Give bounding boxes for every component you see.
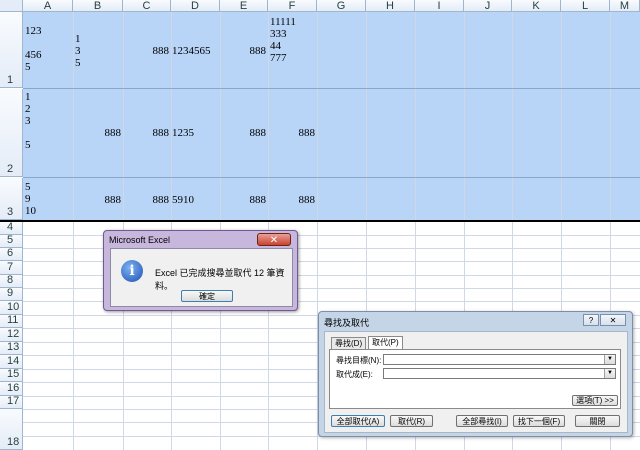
column-header-d[interactable]: D: [171, 0, 220, 12]
row-header-14[interactable]: 14: [0, 355, 23, 369]
cell-d1[interactable]: 1234565: [172, 45, 211, 57]
find-next-button[interactable]: 找下一個(F): [513, 415, 565, 427]
excel-message-dialog: Microsoft Excel ✕ i Excel 已完成搜尋並取代 12 筆資…: [103, 230, 298, 311]
column-header-b[interactable]: B: [73, 0, 123, 12]
row-header-18[interactable]: 18: [0, 409, 23, 450]
ok-button[interactable]: 確定: [181, 290, 233, 302]
tab-replace[interactable]: 取代(P): [368, 336, 403, 350]
row-header-3[interactable]: 3: [0, 178, 23, 220]
chevron-down-icon[interactable]: ▼: [604, 369, 615, 378]
column-header-f[interactable]: F: [268, 0, 317, 12]
row-header-2[interactable]: 2: [0, 89, 23, 177]
row-header-9[interactable]: 9: [0, 287, 23, 301]
row-header-17[interactable]: 17: [0, 395, 23, 409]
info-icon: i: [121, 260, 143, 282]
column-header-j[interactable]: J: [464, 0, 512, 12]
cell-c1[interactable]: 888: [123, 45, 170, 57]
cell-a3[interactable]: 5 9 10: [25, 181, 36, 217]
cell-b1[interactable]: 1 3 5: [75, 33, 81, 69]
row-header-12[interactable]: 12: [0, 328, 23, 342]
tab-content: 尋找目標(N): ▼ 取代成(E): ▼ 選項(T) >>: [329, 349, 621, 409]
cell-e2[interactable]: 888: [220, 127, 267, 139]
column-header-k[interactable]: K: [512, 0, 561, 12]
cell-b2[interactable]: 888: [73, 127, 122, 139]
options-button[interactable]: 選項(T) >>: [572, 395, 618, 406]
row-header-7[interactable]: 7: [0, 261, 23, 275]
find-all-button[interactable]: 全部尋找(I): [456, 415, 508, 427]
help-icon: ?: [588, 316, 594, 325]
column-header-l[interactable]: L: [561, 0, 610, 12]
cell-e3[interactable]: 888: [220, 194, 267, 206]
cell-d3[interactable]: 5910: [172, 194, 194, 206]
row-header-15[interactable]: 15: [0, 368, 23, 382]
row-header-16[interactable]: 16: [0, 382, 23, 396]
tab-find[interactable]: 尋找(D): [331, 337, 367, 349]
gridline: [23, 177, 640, 178]
column-header-i[interactable]: I: [415, 0, 464, 12]
find-what-input[interactable]: ▼: [383, 354, 616, 365]
dialog-title: Microsoft Excel: [109, 235, 171, 245]
close-dialog-button[interactable]: 關閉: [575, 415, 620, 427]
cell-f3[interactable]: 888: [268, 194, 316, 206]
close-icon: ✕: [609, 316, 617, 325]
column-header-m[interactable]: M: [610, 0, 640, 12]
selection-border: [0, 220, 640, 222]
column-header-e[interactable]: E: [220, 0, 268, 12]
cell-a1[interactable]: 123 456 5: [25, 25, 42, 73]
cell-a2[interactable]: 1 2 3 5: [25, 91, 31, 151]
find-what-label: 尋找目標(N):: [336, 356, 382, 365]
cell-f1[interactable]: 11111 333 44 777: [270, 16, 296, 64]
find-replace-dialog: 尋找及取代 ? ✕ 尋找(D) 取代(P) 尋找目標(N): ▼ 取代成(E):…: [318, 311, 633, 437]
dialog-message: Excel 已完成搜尋並取代 12 筆資料。: [155, 268, 285, 291]
cell-d2[interactable]: 1235: [172, 127, 194, 139]
dialog-panel: 尋找(D) 取代(P) 尋找目標(N): ▼ 取代成(E): ▼ 選項(T) >…: [324, 331, 628, 433]
cell-e1[interactable]: 888: [220, 45, 267, 57]
close-button[interactable]: ✕: [257, 233, 291, 246]
select-all-corner[interactable]: [0, 0, 23, 12]
help-button[interactable]: ?: [583, 314, 599, 326]
replace-all-button[interactable]: 全部取代(A): [331, 415, 385, 427]
row-header-11[interactable]: 11: [0, 314, 23, 328]
replace-with-label: 取代成(E):: [336, 370, 373, 379]
dialog-title: 尋找及取代: [324, 318, 370, 328]
column-header-a[interactable]: A: [23, 0, 73, 12]
dialog-body: i Excel 已完成搜尋並取代 12 筆資料。 確定: [110, 248, 293, 307]
row-header-1[interactable]: 1: [0, 12, 23, 88]
cell-c3[interactable]: 888: [123, 194, 170, 206]
selected-rows-highlight: [23, 12, 640, 220]
column-header-g[interactable]: G: [317, 0, 366, 12]
gridline: [73, 12, 74, 450]
close-button[interactable]: ✕: [600, 314, 626, 326]
row-header-6[interactable]: 6: [0, 247, 23, 261]
cell-f2[interactable]: 888: [268, 127, 316, 139]
row-header-13[interactable]: 13: [0, 341, 23, 355]
chevron-down-icon[interactable]: ▼: [604, 355, 615, 364]
column-header-h[interactable]: H: [366, 0, 415, 12]
row-header-10[interactable]: 10: [0, 301, 23, 315]
replace-with-input[interactable]: ▼: [383, 368, 616, 379]
cell-b3[interactable]: 888: [73, 194, 122, 206]
column-header-c[interactable]: C: [123, 0, 171, 12]
cell-c2[interactable]: 888: [123, 127, 170, 139]
replace-button[interactable]: 取代(R): [390, 415, 433, 427]
close-icon: ✕: [269, 235, 279, 246]
gridline: [23, 88, 640, 89]
